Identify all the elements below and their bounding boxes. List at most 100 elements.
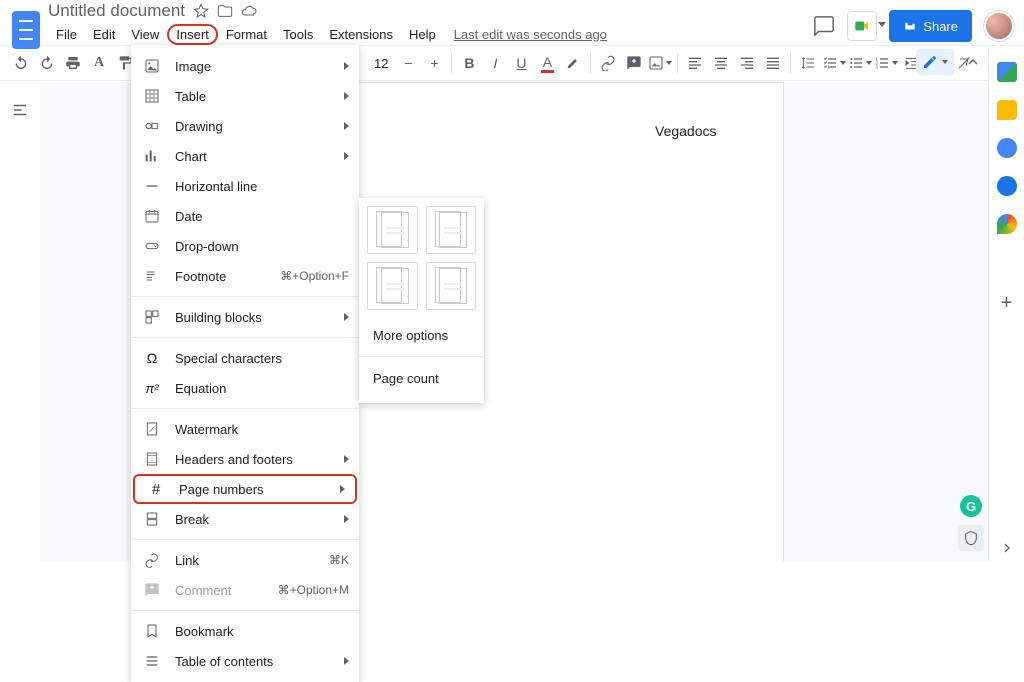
align-center-icon[interactable] <box>708 50 734 76</box>
menu-item-label: Table <box>175 89 206 104</box>
table-icon <box>143 87 161 105</box>
document-title[interactable]: Untitled document <box>48 1 185 21</box>
page-number-option-bottom-right-skip-first[interactable] <box>426 262 477 310</box>
text-color-icon[interactable]: A <box>534 50 560 76</box>
chevron-right-icon <box>344 152 349 160</box>
contacts-app-icon[interactable] <box>997 176 1017 196</box>
maps-app-icon[interactable] <box>997 214 1017 234</box>
insert-footnote-item[interactable]: Footnote⌘+Option+F <box>131 261 359 291</box>
chevron-right-icon <box>344 313 349 321</box>
page-number-option-top-right[interactable] <box>367 206 418 254</box>
add-comment-icon[interactable] <box>621 50 647 76</box>
menu-item-label: Drawing <box>175 119 223 134</box>
cloud-status-icon[interactable] <box>241 3 257 19</box>
align-left-icon[interactable] <box>682 50 708 76</box>
insert-drawing-item[interactable]: Drawing <box>131 111 359 141</box>
insert-chart-item[interactable]: Chart <box>131 141 359 171</box>
numbered-list-icon[interactable]: 123 <box>873 50 899 76</box>
insert-date-item[interactable]: Date <box>131 201 359 231</box>
insert-break-item[interactable]: Break <box>131 504 359 534</box>
calendar-app-icon[interactable] <box>997 62 1017 82</box>
menu-item-label: Comment <box>175 583 231 598</box>
menu-item-label: Link <box>175 553 199 568</box>
share-button[interactable]: Share <box>889 10 972 42</box>
meet-icon[interactable] <box>847 11 877 41</box>
bulleted-list-icon[interactable] <box>847 50 873 76</box>
equation-icon: π² <box>143 379 161 397</box>
page-number-option-top-right-skip-first[interactable] <box>426 206 477 254</box>
insert-special-item[interactable]: ΩSpecial characters <box>131 343 359 373</box>
insert-image-icon[interactable] <box>647 50 673 76</box>
underline-icon[interactable]: U <box>508 50 534 76</box>
right-side-panel: + <box>988 48 1024 561</box>
hide-panel-icon[interactable] <box>994 535 1020 561</box>
last-edit-link[interactable]: Last edit was seconds ago <box>454 27 607 42</box>
insert-blocks-item[interactable]: Building blocks <box>131 302 359 332</box>
size-increase-icon[interactable]: + <box>421 50 447 76</box>
menu-item-label: Chart <box>175 149 207 164</box>
star-icon[interactable] <box>193 3 209 19</box>
bold-icon[interactable]: B <box>456 50 482 76</box>
keep-app-icon[interactable] <box>997 100 1017 120</box>
menu-item-label: Building blocks <box>175 310 262 325</box>
insert-table-item[interactable]: Table <box>131 81 359 111</box>
explore-icon[interactable] <box>958 525 984 551</box>
chevron-up-icon[interactable] <box>960 49 986 75</box>
page-number-option-bottom-right[interactable] <box>367 262 418 310</box>
add-addon-icon[interactable]: + <box>994 290 1020 316</box>
insert-link-item[interactable]: Link⌘K <box>131 545 359 575</box>
menu-format[interactable]: Format <box>218 24 275 45</box>
insert-headers-item[interactable]: Headers and footers <box>131 444 359 474</box>
break-icon <box>143 510 161 528</box>
menu-insert[interactable]: Insert <box>167 24 218 45</box>
menu-help[interactable]: Help <box>401 24 444 45</box>
print-icon[interactable] <box>60 50 86 76</box>
link-icon <box>143 551 161 569</box>
page-count-item[interactable]: Page count <box>367 361 476 395</box>
insert-link-icon[interactable] <box>595 50 621 76</box>
insert-pagenum-item[interactable]: #Page numbers <box>133 474 357 504</box>
menu-item-label: Break <box>175 512 209 527</box>
menu-edit[interactable]: Edit <box>85 24 123 45</box>
checklist-icon[interactable] <box>821 50 847 76</box>
align-right-icon[interactable] <box>734 50 760 76</box>
menu-item-label: Bookmark <box>175 624 234 639</box>
editing-mode-button[interactable] <box>916 49 954 75</box>
undo-icon[interactable] <box>8 50 34 76</box>
watermark-icon <box>143 420 161 438</box>
insert-comment-item[interactable]: Comment⌘+Option+M <box>131 575 359 605</box>
italic-icon[interactable]: I <box>482 50 508 76</box>
blocks-icon <box>143 308 161 326</box>
insert-watermark-item[interactable]: Watermark <box>131 414 359 444</box>
grammarly-icon[interactable]: G <box>960 495 982 517</box>
insert-equation-item[interactable]: π²Equation <box>131 373 359 403</box>
font-size-combo[interactable]: 12 <box>367 51 395 75</box>
line-spacing-icon[interactable] <box>795 50 821 76</box>
insert-toc-item[interactable]: Table of contents <box>131 646 359 676</box>
more-options-item[interactable]: More options <box>367 318 476 352</box>
separator <box>131 539 359 540</box>
spellcheck-icon[interactable]: A <box>86 50 112 76</box>
dropdown-icon <box>143 237 161 255</box>
outline-icon[interactable] <box>6 96 34 124</box>
tasks-app-icon[interactable] <box>997 138 1017 158</box>
menu-extensions[interactable]: Extensions <box>321 24 401 45</box>
account-avatar[interactable] <box>984 11 1014 41</box>
menu-file[interactable]: File <box>48 24 85 45</box>
align-justify-icon[interactable] <box>760 50 786 76</box>
insert-line-item[interactable]: Horizontal line <box>131 171 359 201</box>
insert-image-item[interactable]: Image <box>131 51 359 81</box>
insert-bookmark-item[interactable]: Bookmark <box>131 616 359 646</box>
redo-icon[interactable] <box>34 50 60 76</box>
chevron-right-icon <box>344 122 349 130</box>
footnote-icon <box>143 267 161 285</box>
move-folder-icon[interactable] <box>217 3 233 19</box>
insert-dropdown-item[interactable]: Drop-down <box>131 231 359 261</box>
menu-item-label: Headers and footers <box>175 452 293 467</box>
comment-history-icon[interactable] <box>813 15 835 37</box>
menu-view[interactable]: View <box>123 24 167 45</box>
docs-logo-icon[interactable] <box>12 11 40 49</box>
size-decrease-icon[interactable]: − <box>395 50 421 76</box>
menu-tools[interactable]: Tools <box>275 24 321 45</box>
highlight-icon[interactable] <box>560 50 586 76</box>
